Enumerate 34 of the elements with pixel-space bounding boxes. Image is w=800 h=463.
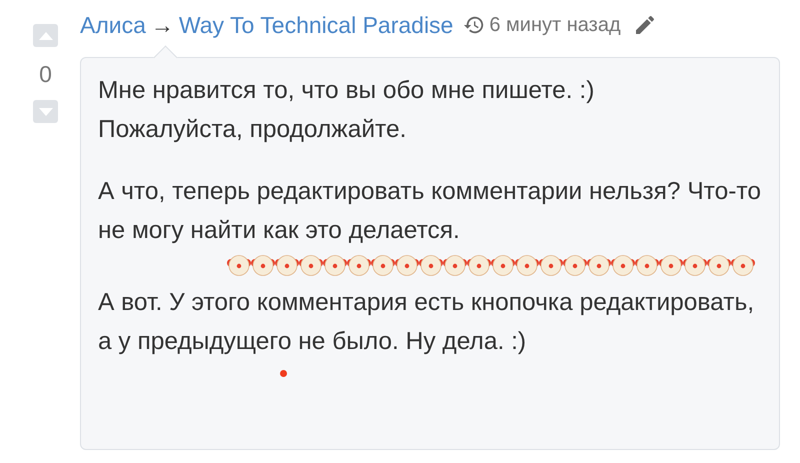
emoji-icon [251, 253, 275, 277]
emoji-icon [659, 253, 683, 277]
emoji-icon [731, 253, 755, 277]
history-icon[interactable] [463, 14, 486, 36]
emoji-icon [467, 253, 491, 277]
emoji-icon [347, 253, 371, 277]
emoji-icon [419, 253, 443, 277]
cursor-dot [280, 370, 287, 377]
emoji-icon [683, 253, 707, 277]
emoji-icon [563, 253, 587, 277]
emoji-icon [323, 253, 347, 277]
comment-paragraph: А что, теперь редактировать комментарии нельзя? Что-то не могу найти как это делается. [98, 177, 762, 246]
down-arrow-icon [38, 108, 52, 116]
target-link[interactable]: Way To Technical Paradise [178, 12, 454, 38]
up-arrow-icon [38, 32, 52, 40]
emoji-icon [443, 253, 467, 277]
emoji-icon [227, 253, 251, 277]
emoji-icon [611, 253, 635, 277]
emoji-icon [635, 253, 659, 277]
emoji-icon [395, 253, 419, 277]
emoji-icon [539, 253, 563, 277]
emoji-icon [491, 253, 515, 277]
emoji-icon [707, 253, 731, 277]
emoji-icon [299, 253, 323, 277]
emoji-icon [515, 253, 539, 277]
emoji-icon [371, 253, 395, 277]
author-link[interactable]: Алиса [80, 12, 146, 38]
comment-paragraph: Мне нравится то, что вы обо мне пишете. :) Пожалуйста, продолжайте. [98, 76, 596, 144]
emoji-icon [587, 253, 611, 277]
comment-paragraph: А вот. У этого комментария есть кнопочка редактировать, а у предыдущего не было. Ну дела. :) [98, 288, 756, 356]
emoji-icon [275, 253, 299, 277]
vote-score: 0 [39, 61, 52, 88]
reply-arrow: → [150, 12, 174, 38]
timestamp: 6 минут назад [489, 14, 621, 36]
